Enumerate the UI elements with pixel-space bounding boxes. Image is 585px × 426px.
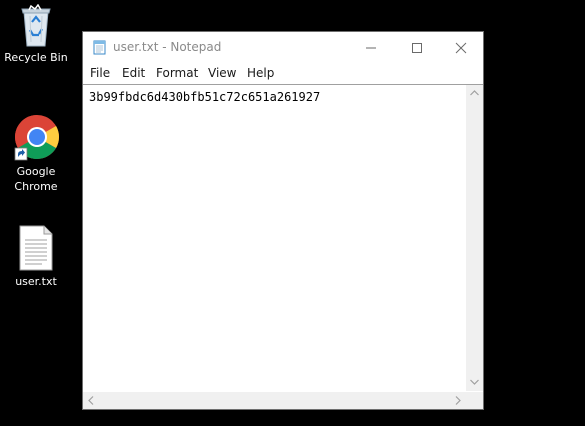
desktop-icon-user-txt[interactable]: user.txt <box>0 224 72 289</box>
desktop-icon-label: Recycle Bin <box>4 51 68 64</box>
menu-file[interactable]: File <box>90 66 110 80</box>
scroll-right-button[interactable] <box>449 392 466 409</box>
scroll-left-button[interactable] <box>83 392 100 409</box>
notepad-window: user.txt - Notepad File Edit Format View… <box>82 31 484 410</box>
desktop-icon-label: Google Chrome <box>14 165 58 193</box>
desktop-icon-recycle-bin[interactable]: Recycle Bin <box>0 4 72 65</box>
desktop-icon-label: user.txt <box>15 275 57 288</box>
menu-view[interactable]: View <box>208 66 236 80</box>
scrollbar-corner <box>466 392 483 409</box>
menu-format[interactable]: Format <box>156 66 198 80</box>
chevron-left-icon <box>88 396 94 405</box>
desktop: Recycle Bin Google Chrome user.txt user.… <box>0 0 585 426</box>
title-bar[interactable]: user.txt - Notepad <box>83 32 483 62</box>
chevron-down-icon <box>470 379 479 385</box>
recycle-bin-icon <box>21 4 51 47</box>
minimize-button[interactable] <box>347 32 393 62</box>
editor-content[interactable]: 3b99fbdc6d430bfb51c72c651a261927 <box>89 90 320 104</box>
minimize-icon <box>366 47 376 49</box>
scroll-down-button[interactable] <box>466 374 483 391</box>
chevron-up-icon <box>470 90 479 96</box>
chrome-icon <box>14 115 59 161</box>
desktop-icon-google-chrome[interactable]: Google Chrome <box>0 114 72 194</box>
menu-bar: File Edit Format View Help <box>83 63 483 83</box>
text-editor[interactable]: 3b99fbdc6d430bfb51c72c651a261927 <box>83 84 483 409</box>
text-file-icon <box>19 225 53 271</box>
horizontal-scrollbar[interactable] <box>83 392 466 409</box>
menu-edit[interactable]: Edit <box>122 66 145 80</box>
maximize-icon <box>412 43 422 53</box>
close-button[interactable] <box>437 32 483 62</box>
notepad-icon <box>93 40 106 55</box>
window-title: user.txt - Notepad <box>113 40 222 54</box>
vertical-scrollbar[interactable] <box>466 85 483 391</box>
chevron-right-icon <box>455 396 461 405</box>
menu-help[interactable]: Help <box>247 66 274 80</box>
maximize-button[interactable] <box>393 32 439 62</box>
scroll-up-button[interactable] <box>466 85 483 102</box>
close-icon <box>455 42 467 54</box>
